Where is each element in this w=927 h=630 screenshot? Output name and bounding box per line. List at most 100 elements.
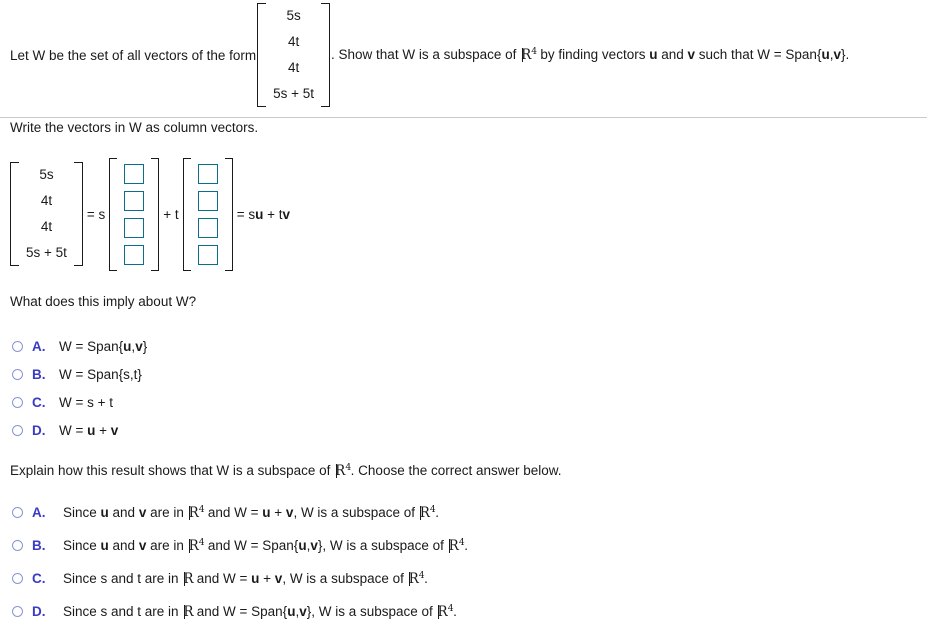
real-numbers-symbol: R4 (408, 569, 425, 587)
vector-entry: 5s (39, 167, 54, 182)
question-1-choice-b[interactable]: B. W = Span{s,t} (12, 367, 142, 382)
text-run: and (108, 505, 139, 520)
text-run: W = s + t (59, 395, 114, 410)
choice-text: W = Span{u,v} (59, 339, 147, 354)
exponent: 4 (345, 461, 351, 473)
u-entry-input-1[interactable] (124, 163, 145, 184)
radio-icon[interactable] (12, 397, 23, 408)
u-entry-input-4[interactable] (124, 244, 145, 265)
text-run: Since (63, 538, 101, 553)
text-run: , W is a subspace of (293, 505, 419, 520)
choice-text: W = u + v (59, 423, 118, 438)
u-entry-input-3[interactable] (124, 217, 145, 238)
radio-icon[interactable] (12, 425, 23, 436)
vector-entry: 4t (40, 219, 53, 234)
text-run: }, W is a subspace of (317, 538, 448, 553)
text-run: and (108, 538, 139, 553)
text-run: W = Span{ (59, 339, 124, 354)
choice-letter: D. (32, 604, 46, 619)
choice-text: Since s and t are in R and W = u + v, W … (63, 569, 428, 587)
question-2-choice-a[interactable]: A. Since u and v are in R4 and W = u + v… (12, 503, 440, 521)
question-1-choice-d[interactable]: D. W = u + v (12, 423, 118, 438)
text-run: . (464, 538, 468, 553)
v-entry-input-4[interactable] (197, 244, 218, 265)
vector-u: u (100, 538, 109, 553)
left-bracket (182, 157, 191, 271)
radio-icon[interactable] (12, 606, 23, 617)
choice-text: W = Span{s,t} (59, 367, 142, 382)
real-numbers-symbol: R4 (437, 602, 454, 620)
equals-s: = s (236, 206, 256, 222)
prompt-column-vector: 5s 4t 4t 5s + 5t (257, 3, 331, 107)
choice-text: Since s and t are in R and W = Span{u,v}… (63, 602, 457, 620)
exponent: 4 (198, 503, 205, 515)
vector-v: v (110, 423, 119, 438)
text-run: W = (59, 423, 88, 438)
real-numbers-symbol: R4 (188, 536, 205, 554)
prompt-tail-1: . Show that W is a subspace of (331, 47, 521, 62)
v-entry-input-3[interactable] (197, 217, 218, 238)
u-entry-input-2[interactable] (124, 190, 145, 211)
question-1-choice-c[interactable]: C. W = s + t (12, 395, 113, 410)
question-2-choice-b[interactable]: B. Since u and v are in R4 and W = Span{… (12, 536, 468, 554)
vector-equation: 5s 4t 4t 5s + 5t = s + t = su + tv (10, 150, 294, 278)
question-2-choice-c[interactable]: C. Since s and t are in R and W = u + v,… (12, 569, 428, 587)
text-run: . (435, 505, 440, 520)
real-numbers-symbol: R4 (188, 503, 205, 521)
left-bracket (257, 3, 267, 107)
radio-icon[interactable] (12, 573, 23, 584)
vector-entry: 4t (287, 34, 300, 49)
exponent: 4 (458, 536, 465, 548)
text-run: . (424, 571, 428, 586)
v-entry-input-2[interactable] (197, 190, 218, 211)
prompt-and: and (657, 47, 688, 62)
question-1-choice-a[interactable]: A. W = Span{u,v} (12, 339, 147, 354)
radio-icon[interactable] (12, 341, 23, 352)
exponent: 4 (531, 45, 537, 57)
instruction-text: Write the vectors in W as column vectors… (10, 120, 259, 135)
radio-icon[interactable] (12, 540, 23, 551)
choice-letter: D. (32, 423, 46, 438)
vector-v: v (299, 604, 307, 619)
text-run: , W is a subspace of (282, 571, 408, 586)
vector-u: u (821, 47, 830, 62)
choice-letter: C. (32, 395, 46, 410)
choice-text: W = s + t (59, 395, 113, 410)
right-bracket (73, 162, 83, 266)
vector-u: u (298, 538, 307, 553)
v-entry-input-1[interactable] (197, 163, 218, 184)
choice-letter: B. (32, 367, 46, 382)
text-run: . (453, 604, 457, 619)
text-run: }, W is a subspace of (306, 604, 437, 619)
exponent: 4 (198, 536, 205, 548)
vector-u: u (100, 505, 109, 520)
choice-letter: A. (32, 505, 46, 520)
real-numbers-symbol: R4 (448, 536, 465, 554)
exponent: 4 (447, 602, 454, 614)
right-bracket (321, 3, 331, 107)
u-input-boxes (117, 158, 151, 271)
text-run: and W = Span{ (204, 538, 299, 553)
question-2-choice-d[interactable]: D. Since s and t are in R and W = Span{u… (12, 602, 457, 620)
vector-u: u (262, 505, 271, 520)
text-run: Since (63, 505, 101, 520)
vector-entry: 5s + 5t (273, 86, 315, 101)
prompt-tail-text: . Show that W is a subspace of R4 by fin… (331, 45, 849, 63)
text-run: are in (146, 505, 188, 520)
question-2-pre: Explain how this result shows that W is … (10, 463, 335, 478)
question-2-post: . Choose the correct answer below. (350, 463, 562, 478)
choice-text: Since u and v are in R4 and W = u + v, W… (63, 503, 440, 521)
problem-statement: Let W be the set of all vectors of the f… (10, 2, 849, 108)
vector-entries: 5s 4t 4t 5s + 5t (19, 162, 74, 266)
plus-t: + t (263, 206, 283, 222)
radio-icon[interactable] (12, 369, 23, 380)
vector-entry: 5s (286, 8, 301, 23)
choice-letter: C. (32, 571, 46, 586)
radio-icon[interactable] (12, 507, 23, 518)
vector-v: v (833, 47, 841, 62)
left-bracket (10, 162, 19, 266)
choice-text: Since u and v are in R4 and W = Span{u,v… (63, 536, 468, 554)
vector-v: v (282, 206, 290, 222)
choice-letter: B. (32, 538, 46, 553)
text-run: + (95, 423, 111, 438)
